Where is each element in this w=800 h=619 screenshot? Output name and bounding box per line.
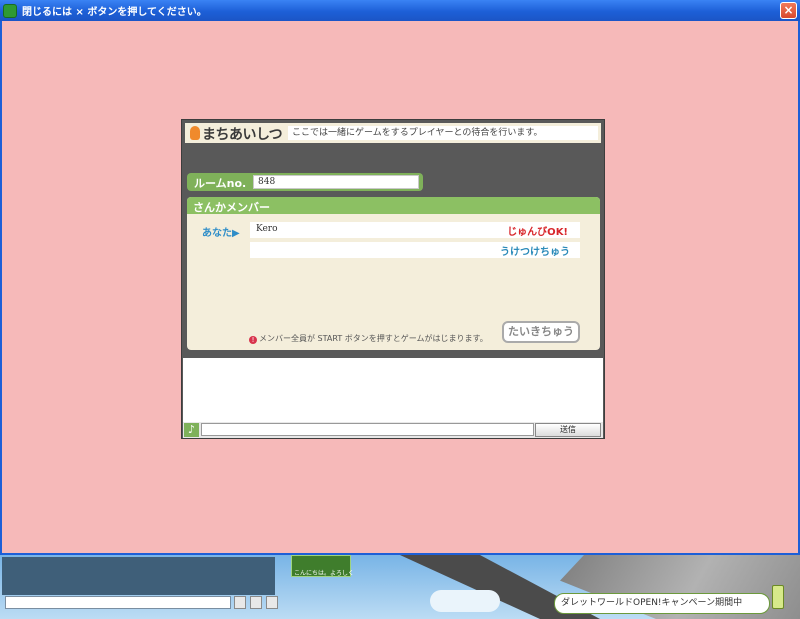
window-title: 閉じるには × ボタンを押してください。	[22, 7, 207, 18]
alert-icon: !	[249, 336, 257, 344]
chat-bar: ♪ 送信	[183, 422, 603, 438]
send-button[interactable]: 送信	[535, 423, 601, 437]
member-row: うけつけちゅう	[250, 242, 580, 258]
frame-left	[0, 21, 2, 555]
app-icon	[3, 3, 17, 18]
member-status: じゅんびOK!	[507, 227, 568, 238]
chat-log	[183, 358, 603, 422]
member-status: うけつけちゅう	[500, 247, 570, 258]
member-list-header: さんかメンバー	[187, 197, 600, 214]
greeting-card-text: こんにちは。よろしく	[294, 570, 355, 577]
start-notice: ! メンバー全員が START ボタンを押すとゲームがはじまります。	[249, 333, 488, 344]
panel-header: まちあいしつ ここでは一緒にゲームをするプレイヤーとの待合を行います。	[185, 123, 601, 143]
notice-text: メンバー全員が START ボタンを押すとゲームがはじまります。	[259, 334, 488, 343]
bottom-chat-input[interactable]	[5, 596, 231, 609]
panel-description: ここでは一緒にゲームをするプレイヤーとの待合を行います。	[288, 126, 598, 140]
game-bottom-bar: こんにちは。よろしく ダレットワールドOPEN!キャンペーン期間中	[0, 555, 800, 619]
you-marker: あなた▶	[202, 224, 240, 239]
member-header-label: さんかメンバー	[193, 201, 270, 214]
greeting-card[interactable]: こんにちは。よろしく	[291, 555, 355, 577]
music-note-icon[interactable]: ♪	[184, 423, 199, 437]
chat-history-panel	[2, 557, 275, 595]
speech-bubble-icon[interactable]	[266, 596, 278, 609]
character-icon	[190, 126, 200, 140]
member-row: Kero じゅんびOK!	[250, 222, 580, 238]
close-button[interactable]: ×	[780, 2, 797, 19]
voice-icon[interactable]	[234, 596, 246, 609]
room-number-field: 848	[253, 175, 419, 189]
arrow-right-icon: ▶	[232, 228, 240, 239]
member-list-box: さんかメンバー あなた▶ Kero じゅんびOK! うけつけちゅう ! メンバー全…	[187, 197, 600, 350]
panel-logo: まちあいしつ	[202, 127, 283, 143]
you-label: あなた	[202, 228, 232, 239]
phone-icon[interactable]	[772, 585, 784, 609]
room-label: ルームno.	[194, 177, 247, 190]
member-name: Kero	[256, 224, 278, 234]
waiting-room-panel: まちあいしつ ここでは一緒にゲームをするプレイヤーとの待合を行います。 ルームn…	[181, 119, 605, 439]
gesture-icon[interactable]	[250, 596, 262, 609]
campaign-banner[interactable]: ダレットワールドOPEN!キャンペーン期間中	[554, 593, 770, 614]
title-bar: 閉じるには × ボタンを押してください。 ×	[0, 0, 800, 21]
cloud-scenery	[430, 590, 500, 612]
waiting-button[interactable]: たいきちゅう	[502, 321, 580, 343]
room-number-bar: ルームno. 848	[187, 173, 423, 191]
modal-window: 閉じるには × ボタンを押してください。 × まちあいしつ ここでは一緒にゲーム…	[0, 0, 800, 555]
chat-input[interactable]	[201, 423, 534, 436]
